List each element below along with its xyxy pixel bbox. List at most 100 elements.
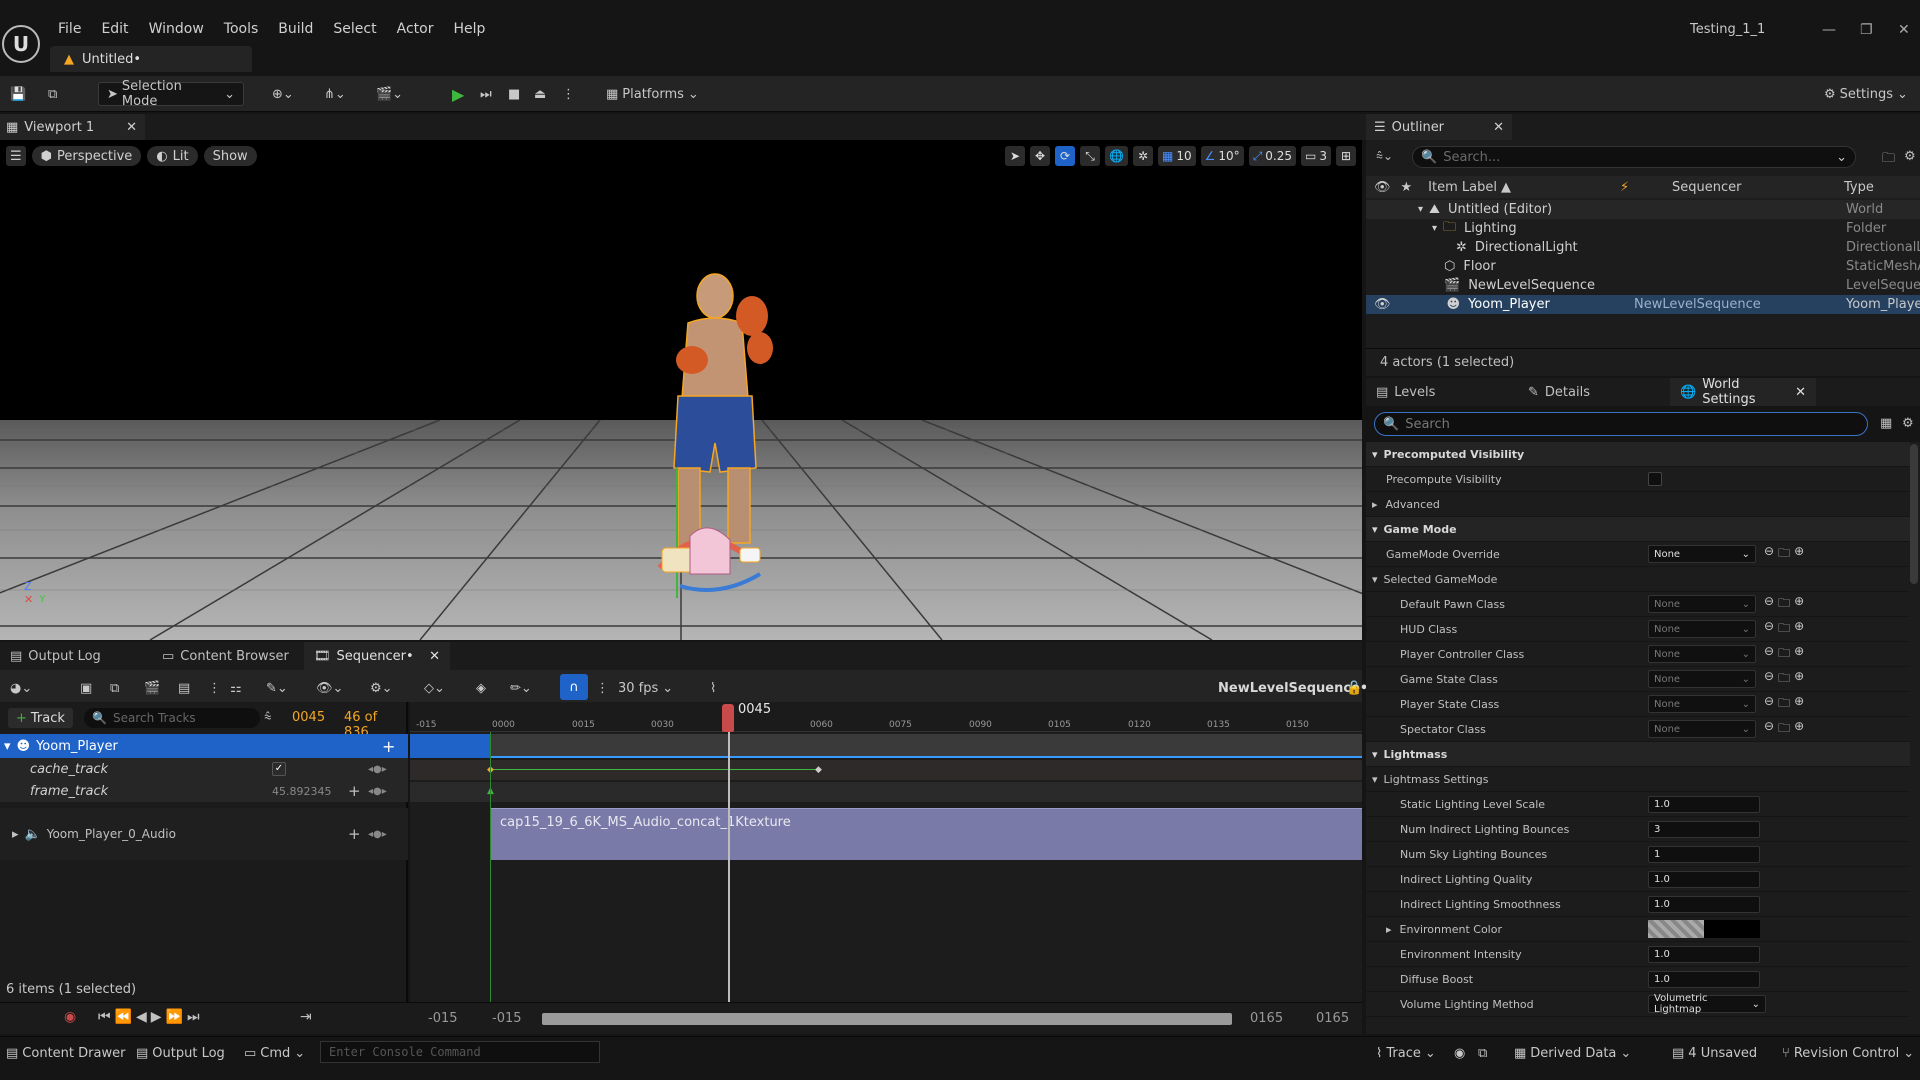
view-icon[interactable]: 👁⌄ <box>316 676 343 700</box>
key-icon[interactable]: ◇⌄ <box>424 676 445 700</box>
fps-dropdown[interactable]: 30 fps ⌄ <box>618 676 673 700</box>
property-row[interactable]: ▸ Advanced <box>1366 492 1910 517</box>
perspective-button[interactable]: ⬢ Perspective <box>31 146 142 166</box>
tab-world-settings[interactable]: 🌐 World Settings ✕ <box>1670 377 1816 407</box>
number-input[interactable]: 1.0 <box>1648 870 1760 888</box>
frame-track-value[interactable]: 45.892345 <box>272 785 332 798</box>
working-range-start[interactable]: -015 <box>492 1011 522 1026</box>
working-range-end[interactable]: 0165 <box>1250 1011 1283 1026</box>
add-icon[interactable]: ⊕ <box>1794 669 1804 690</box>
eye-icon[interactable]: 👁 <box>1374 297 1391 312</box>
transport-controls-icon[interactable]: ⏮⏪◀▶⏩⏭ <box>98 1009 204 1025</box>
current-frame[interactable]: 0045 <box>292 710 325 725</box>
auto-key-icon[interactable]: ◈ <box>476 676 486 700</box>
loop-icon[interactable]: ⇥ <box>300 1009 312 1025</box>
camera-speed-button[interactable]: ▭ 3 <box>1301 146 1331 166</box>
key-nav-icon[interactable]: ◂●▸ <box>368 829 387 840</box>
close-icon[interactable]: ✕ <box>1493 120 1504 135</box>
property-row[interactable]: ▾ Lightmass Settings <box>1366 767 1910 792</box>
track-yoom-player[interactable]: ▾ ☻ Yoom_Player + <box>0 734 408 758</box>
console-input[interactable]: Enter Console Command <box>320 1041 600 1063</box>
gamemode-override-dropdown[interactable]: None ⌄ <box>1648 545 1756 563</box>
outliner-row[interactable]: ✲ DirectionalLight DirectionalLi <box>1366 238 1920 257</box>
class-dropdown[interactable]: None ⌄ <box>1648 695 1756 713</box>
playhead-handle[interactable] <box>722 704 734 732</box>
tab-output-log[interactable]: ▤ Output Log <box>0 642 150 670</box>
blueprint-icon[interactable]: ⋔⌄ <box>324 82 346 106</box>
save-icon[interactable]: 💾 <box>10 82 26 106</box>
number-input[interactable]: 1.0 <box>1648 895 1760 913</box>
viewport-tab[interactable]: ▦ Viewport 1 ✕ <box>0 114 145 140</box>
stop-icon[interactable]: ■ <box>508 82 520 106</box>
menu-tools[interactable]: Tools <box>214 18 269 40</box>
reset-icon[interactable]: ⊖ <box>1764 619 1774 640</box>
unreal-logo-icon[interactable]: U <box>2 25 40 63</box>
translate-icon[interactable]: ✥ <box>1030 146 1051 166</box>
add-folder-icon[interactable]: 🗀 <box>1882 149 1895 171</box>
settings-button[interactable]: ⚙ Settings ⌄ <box>1824 82 1908 106</box>
scale-icon[interactable]: ⤡ <box>1080 146 1101 166</box>
class-dropdown[interactable]: None ⌄ <box>1648 620 1756 638</box>
outliner-row[interactable]: ▾ ⛰ Untitled (Editor) World <box>1366 200 1920 219</box>
class-dropdown[interactable]: None ⌄ <box>1648 720 1756 738</box>
show-button[interactable]: Show <box>203 146 257 166</box>
add-key-icon[interactable]: + <box>348 825 361 843</box>
more-options-icon[interactable]: ⋮ <box>562 82 575 106</box>
curve-editor-icon[interactable]: ⌇ <box>710 676 716 700</box>
col-sequencer[interactable]: Sequencer <box>1672 180 1741 195</box>
outliner-row-selected[interactable]: 👁 ☻ Yoom_Player NewLevelSequence Yoom_Pl… <box>1366 295 1920 314</box>
add-icon[interactable]: ⊕ <box>1794 619 1804 640</box>
curve-pen-icon[interactable]: ✏⌄ <box>510 676 532 700</box>
screenshot-icon[interactable]: ⧉ <box>1478 1041 1487 1065</box>
derived-data-dropdown[interactable]: ▦ Derived Data ⌄ <box>1514 1041 1631 1065</box>
reset-icon[interactable]: ⊖ <box>1764 719 1774 740</box>
world-icon[interactable]: 🌐 <box>1105 146 1129 166</box>
chevron-right-icon[interactable]: ▸ <box>1386 923 1392 936</box>
play-icon[interactable]: ▶ <box>452 82 464 106</box>
audio-clip[interactable]: cap15_19_6_6K_MS_Audio_concat_1Ktexture <box>490 808 1362 860</box>
time-ruler[interactable]: -015 0000 0015 0030 0060 0075 0090 0105 … <box>410 702 1362 732</box>
cinematics-icon[interactable]: 🎬⌄ <box>376 82 403 106</box>
add-icon[interactable]: ⊕ <box>1794 594 1804 615</box>
category-game-mode[interactable]: ▾ Game Mode <box>1366 517 1910 542</box>
track-cache[interactable]: cache_track ✓ ◂●▸ <box>0 758 408 780</box>
keyframe-icon[interactable]: ◆ <box>815 765 822 775</box>
filter-icon[interactable]: ⩯ <box>264 710 272 725</box>
close-icon[interactable]: ✕ <box>126 120 137 135</box>
tools-icon[interactable]: ✎⌄ <box>266 676 288 700</box>
sequencer-timeline[interactable]: -015 0000 0015 0030 0060 0075 0090 0105 … <box>410 702 1362 1002</box>
close-icon[interactable]: ✕ <box>1898 22 1910 38</box>
outliner-search-input[interactable]: 🔍 Search... ⌄ <box>1412 146 1856 168</box>
rotate-icon[interactable]: ⟳ <box>1055 146 1076 166</box>
table-view-icon[interactable]: ▦ <box>1880 416 1892 431</box>
key-nav-icon[interactable]: ◂●▸ <box>368 764 387 775</box>
sequence-settings-icon[interactable]: ⚏ <box>230 676 242 700</box>
reset-icon[interactable]: ⊖ <box>1764 544 1774 565</box>
category-lightmass[interactable]: ▾ Lightmass <box>1366 742 1910 767</box>
col-item-label[interactable]: Item Label <box>1428 180 1497 195</box>
menu-build[interactable]: Build <box>268 18 323 40</box>
eye-icon[interactable]: 👁 <box>1374 180 1391 195</box>
add-track-button[interactable]: + Track <box>8 708 73 728</box>
scale-snap-button[interactable]: ⤢ 0.25 <box>1248 146 1297 166</box>
tab-details[interactable]: ✎ Details <box>1518 378 1668 406</box>
class-dropdown[interactable]: None ⌄ <box>1648 670 1756 688</box>
hamburger-menu-icon[interactable]: ☰ <box>6 146 26 166</box>
class-dropdown[interactable]: None ⌄ <box>1648 645 1756 663</box>
layout-icon[interactable]: ⊞ <box>1336 146 1356 166</box>
output-log-button[interactable]: ▤ Output Log <box>136 1041 225 1065</box>
outliner-row[interactable]: 🎬 NewLevelSequence LevelSequer <box>1366 276 1920 295</box>
unsaved-button[interactable]: ▤ 4 Unsaved <box>1672 1041 1757 1065</box>
playback-icon[interactable]: ⚙⌄ <box>370 676 393 700</box>
outliner-tab[interactable]: ☰ Outliner ✕ <box>1366 114 1512 140</box>
cache-checkbox[interactable]: ✓ <box>272 762 286 776</box>
reset-icon[interactable]: ⊖ <box>1764 644 1774 665</box>
camera-cut-icon[interactable]: ▤ <box>178 676 190 700</box>
world-picker-icon[interactable]: ◕⌄ <box>10 676 32 700</box>
menu-actor[interactable]: Actor <box>387 18 444 40</box>
number-input[interactable]: 1 <box>1648 845 1760 863</box>
browse-icon[interactable]: 🗀 <box>1778 644 1790 665</box>
outliner-row[interactable]: ⬡ Floor StaticMeshA <box>1366 257 1920 276</box>
volume-lighting-dropdown[interactable]: Volumetric Lightmap ⌄ <box>1648 993 1766 1015</box>
category-precomputed-visibility[interactable]: ▾ Precomputed Visibility <box>1366 442 1910 467</box>
